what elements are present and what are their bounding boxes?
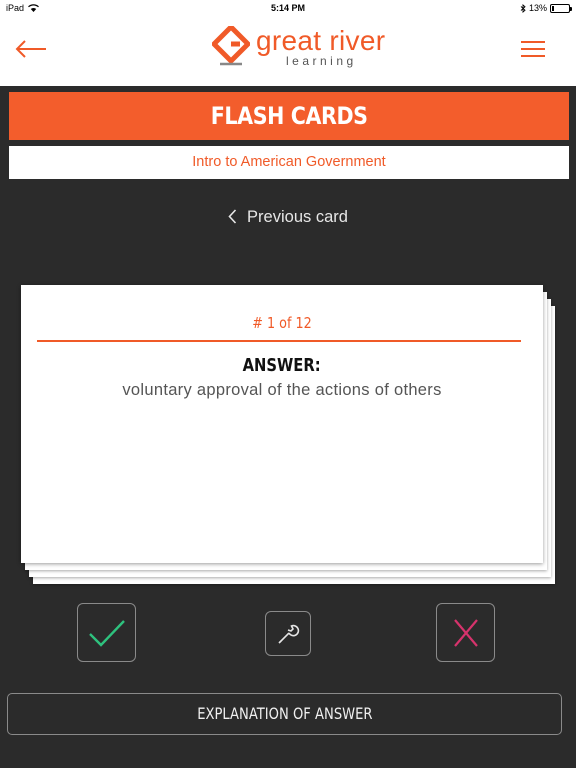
mark-correct-button[interactable]	[77, 603, 136, 662]
bluetooth-icon	[520, 3, 526, 13]
tools-button[interactable]	[265, 611, 311, 656]
card-divider	[37, 340, 521, 342]
card-answer-text: voluntary approval of the actions of oth…	[122, 381, 442, 399]
status-bar: iPad 5:14 PM 13%	[0, 0, 576, 18]
previous-card-link[interactable]: Previous card	[0, 208, 576, 229]
arrow-left-icon	[15, 40, 46, 58]
card-label: ANSWER:	[242, 355, 322, 376]
previous-card-label: Previous card	[247, 208, 348, 226]
explanation-button[interactable]: EXPLANATION OF ANSWER	[7, 693, 562, 735]
app-header: great river learning	[0, 18, 576, 86]
mark-wrong-button[interactable]	[436, 603, 495, 662]
logo-text: great river	[256, 25, 386, 56]
chevron-left-icon	[228, 209, 237, 224]
page-title: FLASH CARDS	[9, 92, 569, 140]
battery-percent: 13%	[528, 3, 547, 13]
subject-title: Intro to American Government	[9, 146, 569, 179]
logo-subtext: learning	[286, 54, 357, 68]
battery-icon	[550, 3, 572, 13]
checkmark-icon	[88, 619, 125, 647]
status-time: 5:14 PM	[270, 3, 305, 13]
back-button[interactable]	[14, 36, 48, 62]
hamburger-menu-icon	[521, 41, 545, 57]
logo-mark-icon	[212, 26, 250, 66]
menu-button[interactable]	[520, 38, 546, 60]
logo: great river learning	[212, 24, 402, 74]
card-counter: # 1 of 12	[252, 314, 312, 332]
x-icon	[453, 618, 478, 647]
flash-card[interactable]: # 1 of 12 ANSWER: voluntary approval of …	[21, 285, 543, 563]
wrench-icon	[278, 624, 300, 644]
